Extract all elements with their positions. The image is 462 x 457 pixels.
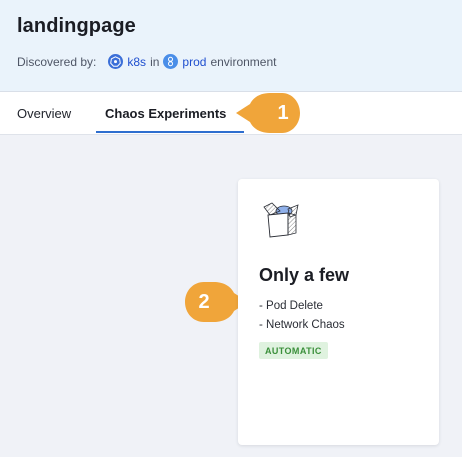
discovered-by-row: Discovered by: k8s in prod environment [17, 54, 276, 69]
tab-chaos-experiments[interactable]: Chaos Experiments [105, 92, 226, 134]
open-box-icon [258, 199, 302, 243]
environment-link[interactable]: prod [182, 55, 206, 69]
source-link[interactable]: k8s [127, 55, 146, 69]
fault-item: - Network Chaos [259, 319, 345, 331]
status-badge: AUTOMATIC [259, 342, 328, 359]
kubernetes-icon [108, 54, 124, 69]
callout-number-2: 2 [198, 290, 210, 313]
active-tab-indicator [96, 131, 244, 133]
callout-badge-1: 1 [234, 93, 302, 133]
card-title: Only a few [259, 265, 350, 285]
discovered-by-label: Discovered by: [17, 54, 97, 69]
callout-number-1: 1 [277, 101, 289, 124]
page: landingpage Discovered by: k8s in prod e… [0, 0, 462, 457]
experiment-card[interactable]: Only a few - Pod Delete - Network Chaos … [238, 179, 439, 445]
page-title: landingpage [17, 15, 136, 37]
environment-icon [163, 54, 179, 69]
fault-item: - Pod Delete [259, 300, 323, 312]
tab-bar: Overview Chaos Experiments [0, 92, 462, 135]
environment-suffix: environment [210, 54, 277, 69]
tab-overview[interactable]: Overview [17, 92, 71, 134]
page-header: landingpage Discovered by: k8s in prod e… [0, 0, 462, 92]
fault-list: - Pod Delete - Network Chaos [259, 297, 345, 335]
in-text: in [150, 54, 160, 69]
